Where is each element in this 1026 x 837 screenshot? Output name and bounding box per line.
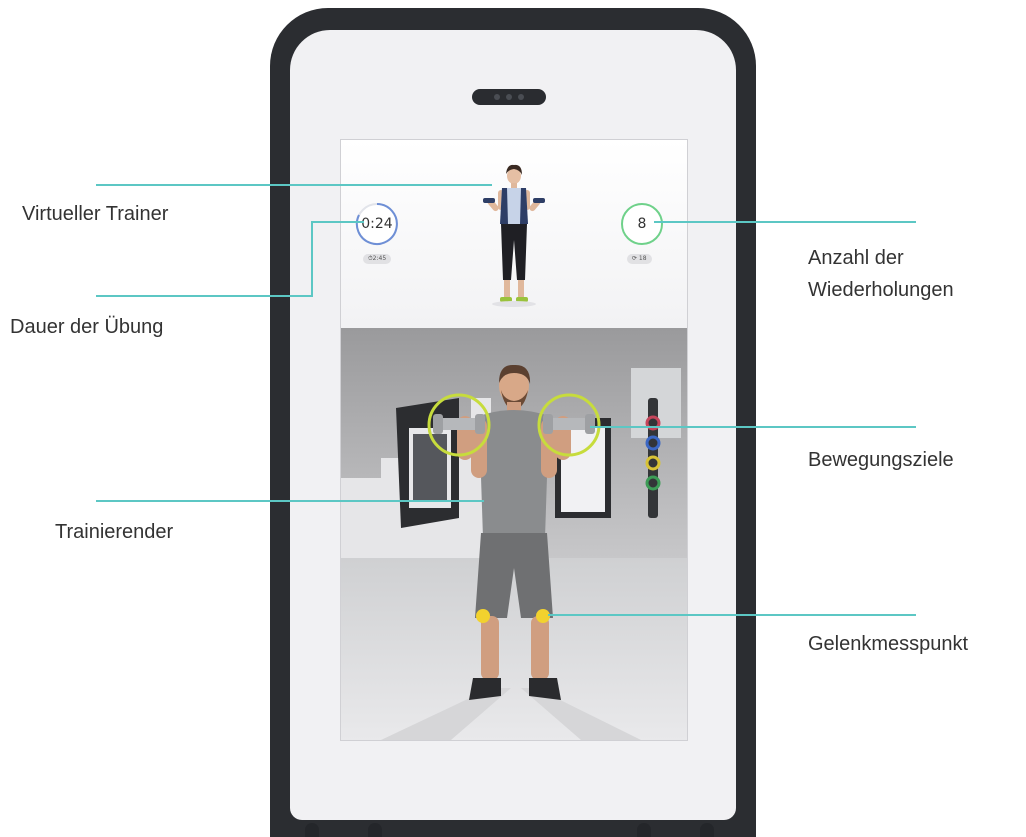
sensor-dot (494, 94, 500, 100)
joint-point-right-knee (536, 609, 550, 623)
timer-value: 0:24 (361, 216, 393, 232)
trainee-scene (341, 328, 687, 740)
device-foot (700, 823, 714, 837)
label-trainee: Trainierender (55, 521, 174, 543)
device-foot (637, 823, 651, 837)
virtual-trainer-area: 0:24 ⏱2:45 8 ⟳ 18 (341, 140, 687, 328)
trainee-camera-view (341, 328, 687, 740)
sensor-dot (506, 94, 512, 100)
camera-sensor-bar (472, 89, 546, 105)
infographic: 0:24 ⏱2:45 8 ⟳ 18 Virtueller Trainer Dau… (0, 0, 1026, 837)
joint-point-left-knee (476, 609, 490, 623)
repetition-counter: 8 (620, 202, 664, 246)
timer-total-badge: ⏱2:45 (363, 254, 392, 264)
sensor-dot (518, 94, 524, 100)
device-foot (305, 823, 319, 837)
label-movement-targets: Bewegungsziele (808, 449, 954, 471)
exercise-timer: 0:24 (355, 202, 399, 246)
reps-value: 8 (637, 216, 647, 232)
label-exercise-duration: Dauer der Übung (10, 316, 164, 338)
device-foot (368, 823, 382, 837)
reps-total-badge: ⟳ 18 (627, 254, 652, 264)
label-joint-point: Gelenkmesspunkt (808, 633, 969, 655)
label-virtual-trainer: Virtueller Trainer (22, 203, 169, 225)
label-repetitions: Anzahl der Wiederholungen (808, 247, 954, 301)
mirror-screen: 0:24 ⏱2:45 8 ⟳ 18 (340, 139, 688, 741)
